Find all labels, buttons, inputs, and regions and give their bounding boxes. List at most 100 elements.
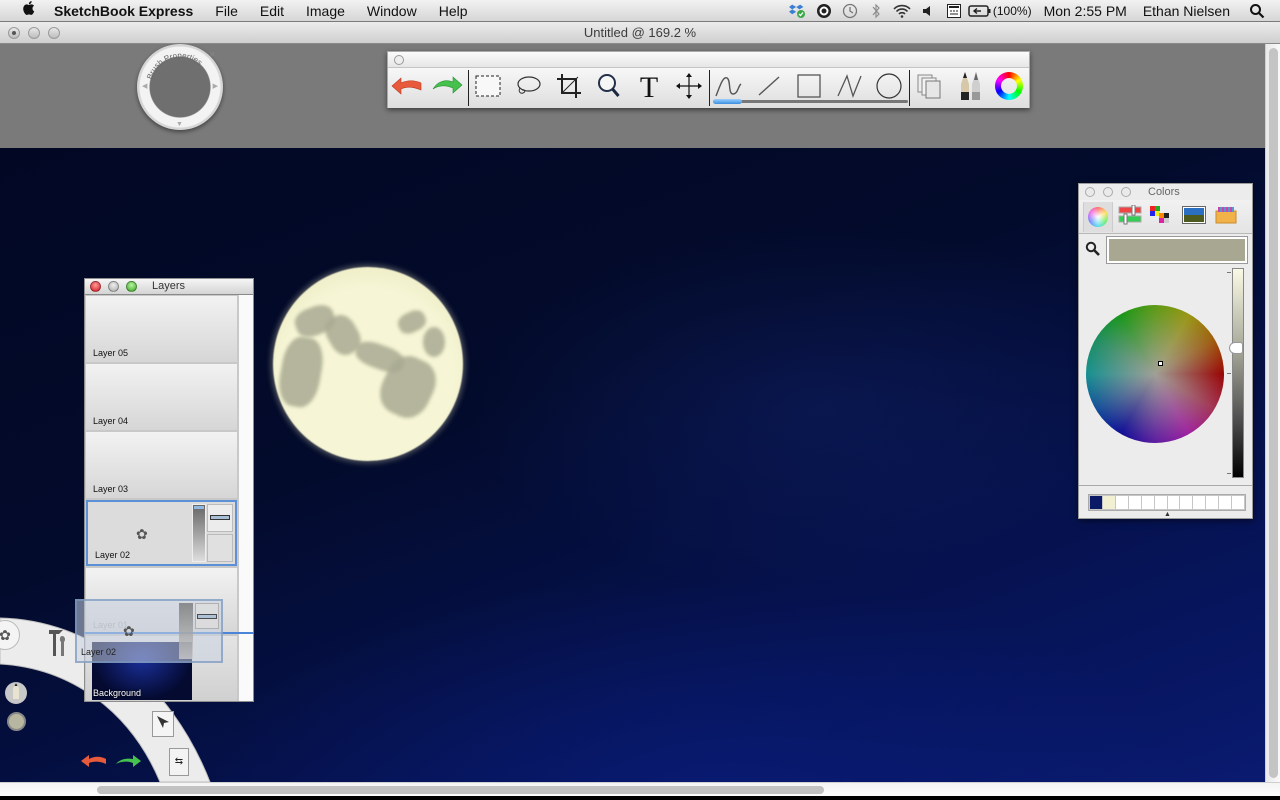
lagoon-tools-button[interactable]: [44, 628, 70, 660]
vertical-scrollbar[interactable]: [1265, 44, 1280, 782]
puck-close-icon[interactable]: ×: [210, 49, 215, 59]
brightness-slider-track[interactable]: [1232, 268, 1244, 478]
brightness-slider-knob[interactable]: [1229, 341, 1243, 354]
crayons-mode-tab[interactable]: [1211, 202, 1241, 232]
favorite-color-slot[interactable]: [1206, 496, 1219, 509]
color-picker-magnifier-icon[interactable]: [1085, 241, 1103, 259]
layer-row[interactable]: Layer 03: [86, 432, 237, 498]
layers-panel-title-bar[interactable]: Layers: [85, 279, 253, 295]
menu-image[interactable]: Image: [295, 3, 356, 19]
undo-button[interactable]: [390, 72, 424, 104]
puck-left-arrow-icon[interactable]: ◀: [142, 82, 147, 90]
lagoon-select-button[interactable]: [152, 711, 174, 737]
text-tool[interactable]: T: [632, 72, 666, 104]
layer-blend-button[interactable]: [207, 504, 233, 532]
layer-opacity-slider[interactable]: [192, 504, 206, 562]
layer-move-handle-icon: ✿: [123, 623, 135, 639]
favorite-color-slot[interactable]: [1232, 496, 1245, 509]
app-status-icon[interactable]: [811, 0, 837, 22]
moon-drawing: [273, 267, 463, 461]
favorite-color-slot[interactable]: [1141, 496, 1154, 509]
favorite-color-slot[interactable]: [1090, 496, 1102, 509]
bluetooth-icon[interactable]: [863, 0, 889, 22]
volume-icon[interactable]: [915, 0, 941, 22]
layers-scrollbar[interactable]: [238, 295, 253, 701]
colors-zoom-button[interactable]: [1121, 187, 1131, 197]
redo-button[interactable]: [430, 72, 464, 104]
layer-name: Layer 02: [95, 550, 131, 560]
keyboard-viewer-icon[interactable]: [941, 0, 967, 22]
favorite-color-slot[interactable]: [1115, 496, 1128, 509]
colors-minimize-button[interactable]: [1103, 187, 1113, 197]
menu-edit[interactable]: Edit: [249, 3, 295, 19]
layers-minimize-button[interactable]: [108, 281, 119, 292]
color-sliders-mode-tab[interactable]: [1115, 202, 1145, 232]
colors-close-button[interactable]: [1085, 187, 1095, 197]
rect-select-tool[interactable]: [471, 72, 505, 104]
lagoon-pencil-button[interactable]: [5, 682, 27, 704]
current-color-swatch[interactable]: [1106, 236, 1248, 264]
puck-down-arrow-icon[interactable]: ▼: [176, 121, 183, 128]
menu-window[interactable]: Window: [356, 3, 428, 19]
layer-row[interactable]: Layer 04: [86, 364, 237, 430]
layers-close-button[interactable]: [90, 281, 101, 292]
undo-arrow-icon: [80, 752, 108, 775]
window-minimize-button[interactable]: [28, 27, 40, 39]
layer-options-button[interactable]: [207, 534, 233, 562]
undo-arrow-icon: [391, 75, 423, 102]
image-palettes-mode-tab[interactable]: [1179, 202, 1209, 232]
lagoon-undo-button[interactable]: [80, 754, 108, 772]
clock[interactable]: Mon 2:55 PM: [1036, 3, 1135, 19]
battery-icon[interactable]: [967, 0, 993, 22]
lagoon-color-puck[interactable]: [7, 712, 26, 731]
crop-tool[interactable]: [552, 72, 586, 104]
favorite-color-slot[interactable]: [1219, 496, 1232, 509]
brushes-button[interactable]: [952, 71, 986, 104]
spotlight-search-icon[interactable]: [1244, 0, 1270, 22]
dragged-layer-ghost[interactable]: ✿ Layer 02: [75, 599, 223, 663]
lagoon-layer-swap-button[interactable]: ⇆: [169, 748, 189, 776]
color-wheel-mode-tab[interactable]: [1083, 202, 1113, 232]
colors-panel-title-bar[interactable]: Colors: [1079, 184, 1252, 200]
wifi-icon[interactable]: [889, 0, 915, 22]
favorite-color-slot[interactable]: [1180, 496, 1193, 509]
menu-app-name[interactable]: SketchBook Express: [54, 3, 204, 19]
layers-button[interactable]: [912, 72, 946, 104]
horizontal-scrollbar[interactable]: [0, 782, 1280, 796]
time-machine-icon[interactable]: [837, 0, 863, 22]
lasso-tool[interactable]: [511, 72, 545, 104]
zoom-tool[interactable]: [592, 72, 626, 104]
layer-row[interactable]: Layer 05: [86, 296, 237, 362]
user-name[interactable]: Ethan Nielsen: [1135, 3, 1238, 19]
panel-divider: [1079, 485, 1252, 486]
apple-logo-icon[interactable]: [18, 0, 40, 21]
move-tool[interactable]: [672, 72, 706, 104]
color-editor-button[interactable]: [992, 71, 1026, 104]
menu-bar: SketchBook Express File Edit Image Windo…: [0, 0, 1280, 22]
favorite-color-slot[interactable]: [1128, 496, 1141, 509]
puck-right-arrow-icon[interactable]: ▶: [213, 82, 218, 90]
dropbox-icon[interactable]: [785, 0, 811, 22]
brush-properties-puck[interactable]: Brush Properties ◀ ▶ ▼ ×: [137, 44, 223, 130]
vertical-scroll-thumb[interactable]: [1269, 48, 1278, 778]
color-palettes-mode-tab[interactable]: [1147, 202, 1177, 232]
layer-row-selected[interactable]: ✿ Layer 02: [86, 500, 237, 566]
tool-palette-title-bar[interactable]: [388, 52, 1029, 68]
color-wheel-cursor[interactable]: [1158, 361, 1163, 366]
resize-grip-icon[interactable]: ▲: [1164, 511, 1171, 518]
lagoon-redo-button[interactable]: [114, 754, 142, 772]
menu-file[interactable]: File: [204, 3, 249, 19]
horizontal-scroll-thumb[interactable]: [97, 786, 824, 794]
window-zoom-button[interactable]: [48, 27, 60, 39]
favorite-color-slot[interactable]: [1102, 496, 1115, 509]
tool-palette-body: T: [388, 68, 1029, 108]
favorite-color-slot[interactable]: [1193, 496, 1206, 509]
menu-help[interactable]: Help: [428, 3, 479, 19]
tool-palette-close-button[interactable]: [394, 55, 404, 65]
color-wheel[interactable]: [1086, 305, 1224, 443]
favorite-color-slot[interactable]: [1154, 496, 1167, 509]
layers-zoom-button[interactable]: [126, 281, 137, 292]
favorite-color-slot[interactable]: [1167, 496, 1180, 509]
layer-move-handle-icon[interactable]: ✿: [136, 526, 148, 543]
window-close-button[interactable]: [8, 27, 20, 39]
